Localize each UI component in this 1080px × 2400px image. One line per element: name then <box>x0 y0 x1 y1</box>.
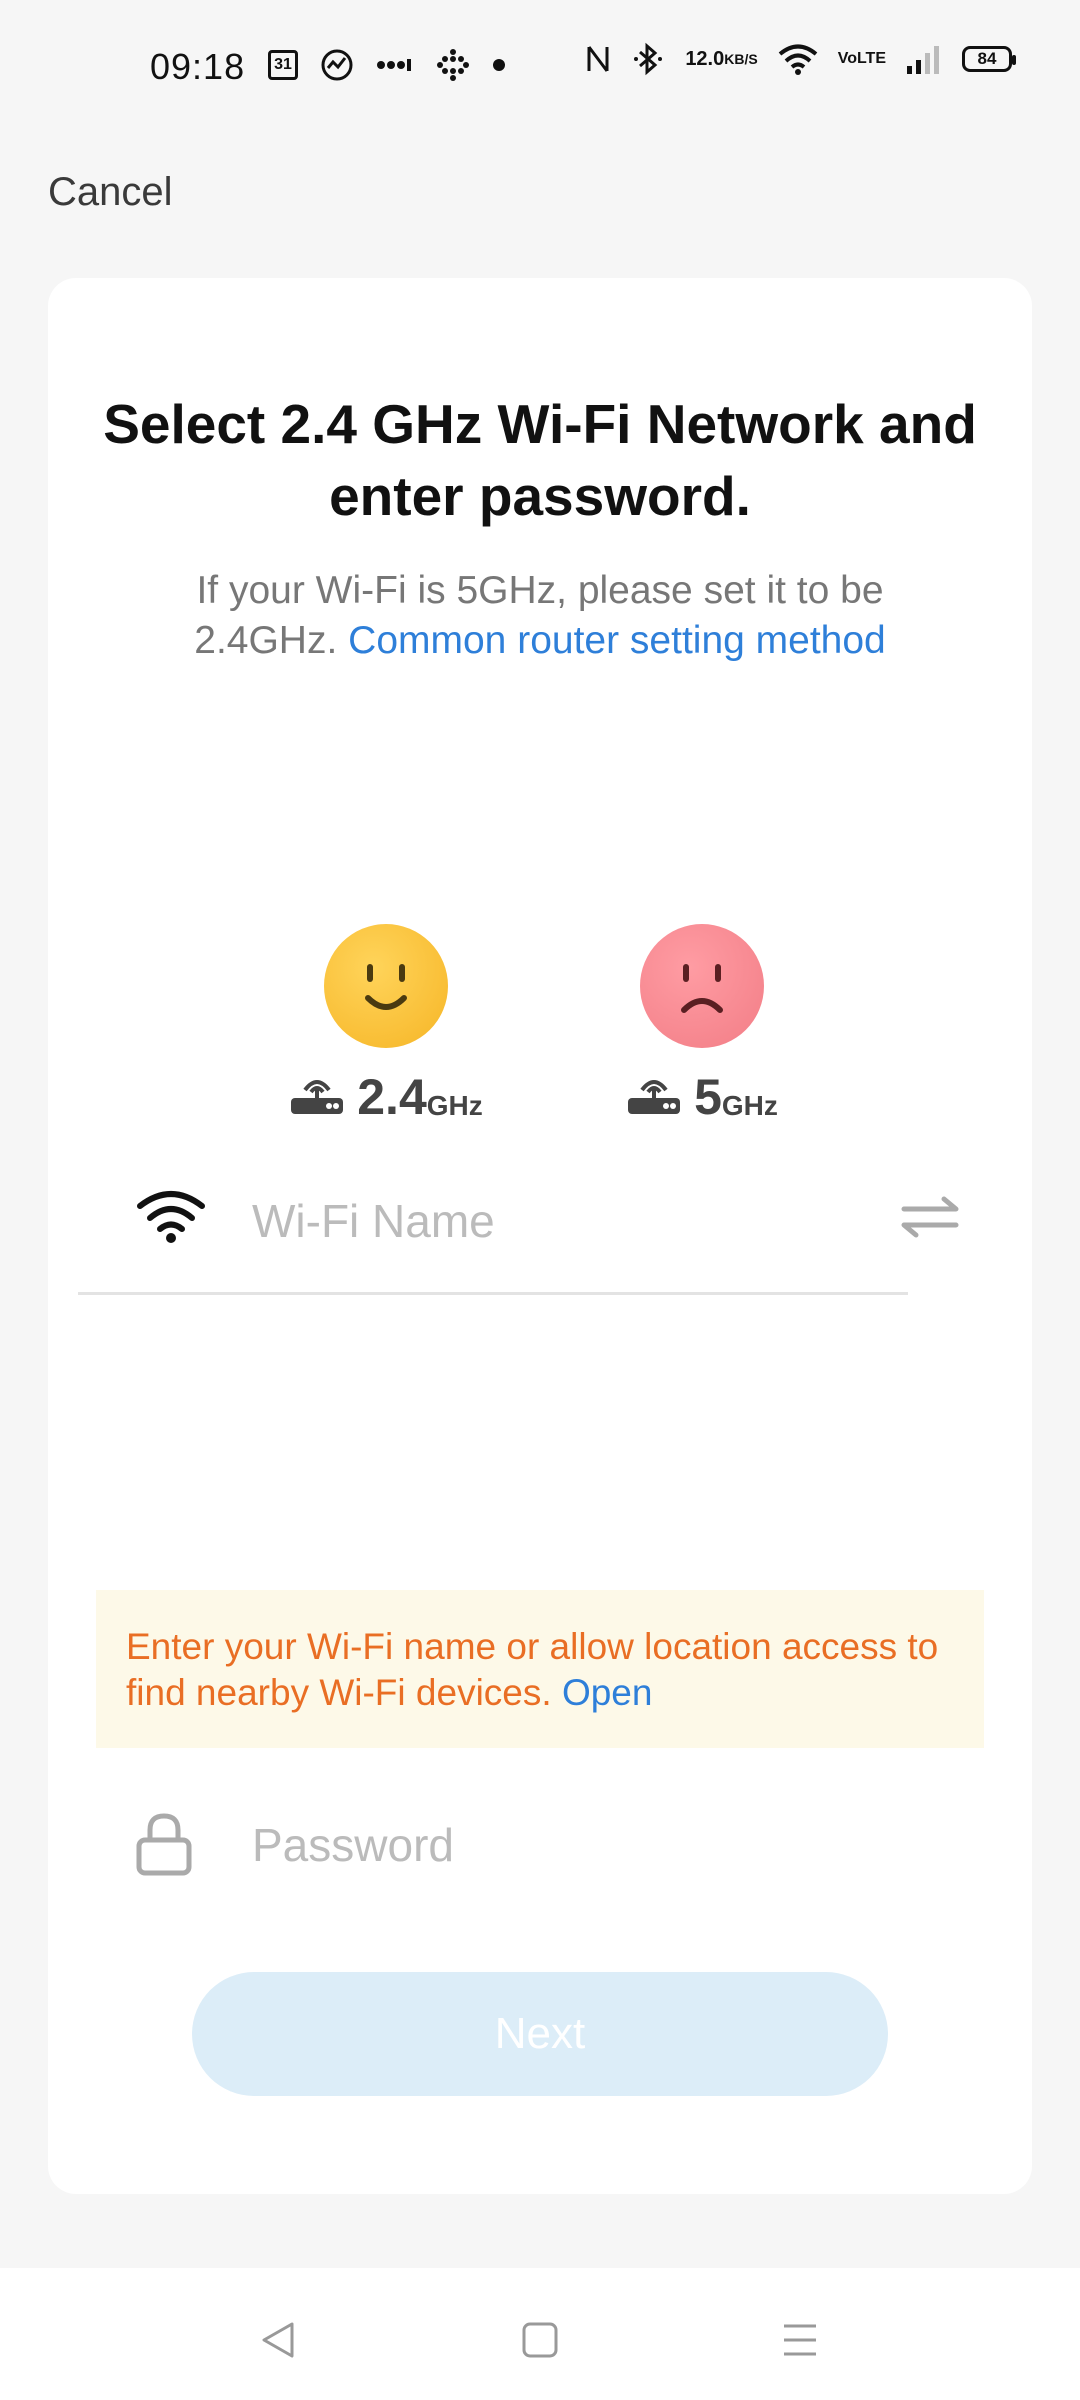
wifi-name-row <box>80 1140 960 1310</box>
menu-icon[interactable] <box>770 2310 830 2370</box>
band-5-unit: GHz <box>721 1090 778 1121</box>
wifi-icon <box>136 1188 206 1249</box>
page-title: Select 2.4 GHz Wi-Fi Network and enter p… <box>103 393 977 527</box>
band-5ghz: 5 GHz <box>612 924 792 1125</box>
switch-arrows-icon[interactable] <box>900 1195 960 1244</box>
activity-icon <box>320 48 354 82</box>
warning-message: Enter your Wi-Fi name or allow location … <box>126 1624 966 1716</box>
band-2-4-number: 2.4 <box>357 1069 427 1125</box>
warning-text: Enter your Wi-Fi name or allow location … <box>126 1626 939 1713</box>
more-dots-icon <box>376 58 414 72</box>
status-right-icons: 12.0 KB/S Vo LTE 84 <box>585 42 1016 76</box>
happy-face-icon <box>324 924 448 1048</box>
subtitle: If your Wi-Fi is 5GHz, please set it to … <box>138 566 942 666</box>
next-button[interactable]: Next <box>192 1972 888 2096</box>
band-5ghz-label: 5 GHz <box>612 1069 792 1125</box>
status-time: 09:18 <box>150 46 246 87</box>
volte-indicator: Vo LTE <box>838 51 886 67</box>
router-icon <box>289 1070 345 1121</box>
open-location-link[interactable]: Open <box>562 1672 653 1713</box>
system-nav-bar <box>0 2268 1080 2400</box>
home-icon[interactable] <box>510 2310 570 2370</box>
status-left-icons: 31 <box>268 48 506 82</box>
notification-dot-icon <box>492 58 506 72</box>
status-bar: 09:18 31 12.0 KB/S Vo LTE 84 <box>0 0 1080 140</box>
router-icon <box>626 1070 682 1121</box>
password-input[interactable] <box>250 1804 894 1886</box>
calendar-icon: 31 <box>268 50 298 80</box>
router-setting-link[interactable]: Common router setting method <box>348 619 886 662</box>
grid-dots-icon <box>436 48 470 82</box>
volte-top: Vo <box>837 50 857 67</box>
nfc-icon <box>585 43 611 75</box>
battery-icon: 84 <box>962 46 1016 72</box>
band-5-number: 5 <box>694 1069 722 1125</box>
back-icon[interactable] <box>248 2310 308 2370</box>
cellular-signal-icon <box>906 44 942 74</box>
sad-face-icon <box>640 924 764 1048</box>
password-row <box>80 1780 960 1910</box>
wifi-name-input[interactable] <box>250 1180 814 1262</box>
bluetooth-icon <box>631 42 665 76</box>
location-warning: Enter your Wi-Fi name or allow location … <box>96 1590 984 1748</box>
band-2-4ghz: 2.4 GHz <box>291 924 483 1125</box>
band-2-4-unit: GHz <box>426 1090 483 1121</box>
wifi-signal-icon <box>778 43 818 75</box>
net-speed-indicator: 12.0 KB/S <box>685 48 758 70</box>
band-2-4ghz-label: 2.4 GHz <box>291 1069 483 1125</box>
net-speed-unit: KB/S <box>724 51 758 67</box>
volte-bottom: LTE <box>856 50 886 67</box>
net-speed-value: 12.0 <box>685 48 725 70</box>
cancel-button[interactable]: Cancel <box>48 170 173 215</box>
wifi-input-underline <box>78 1292 908 1295</box>
lock-icon <box>136 1812 192 1881</box>
